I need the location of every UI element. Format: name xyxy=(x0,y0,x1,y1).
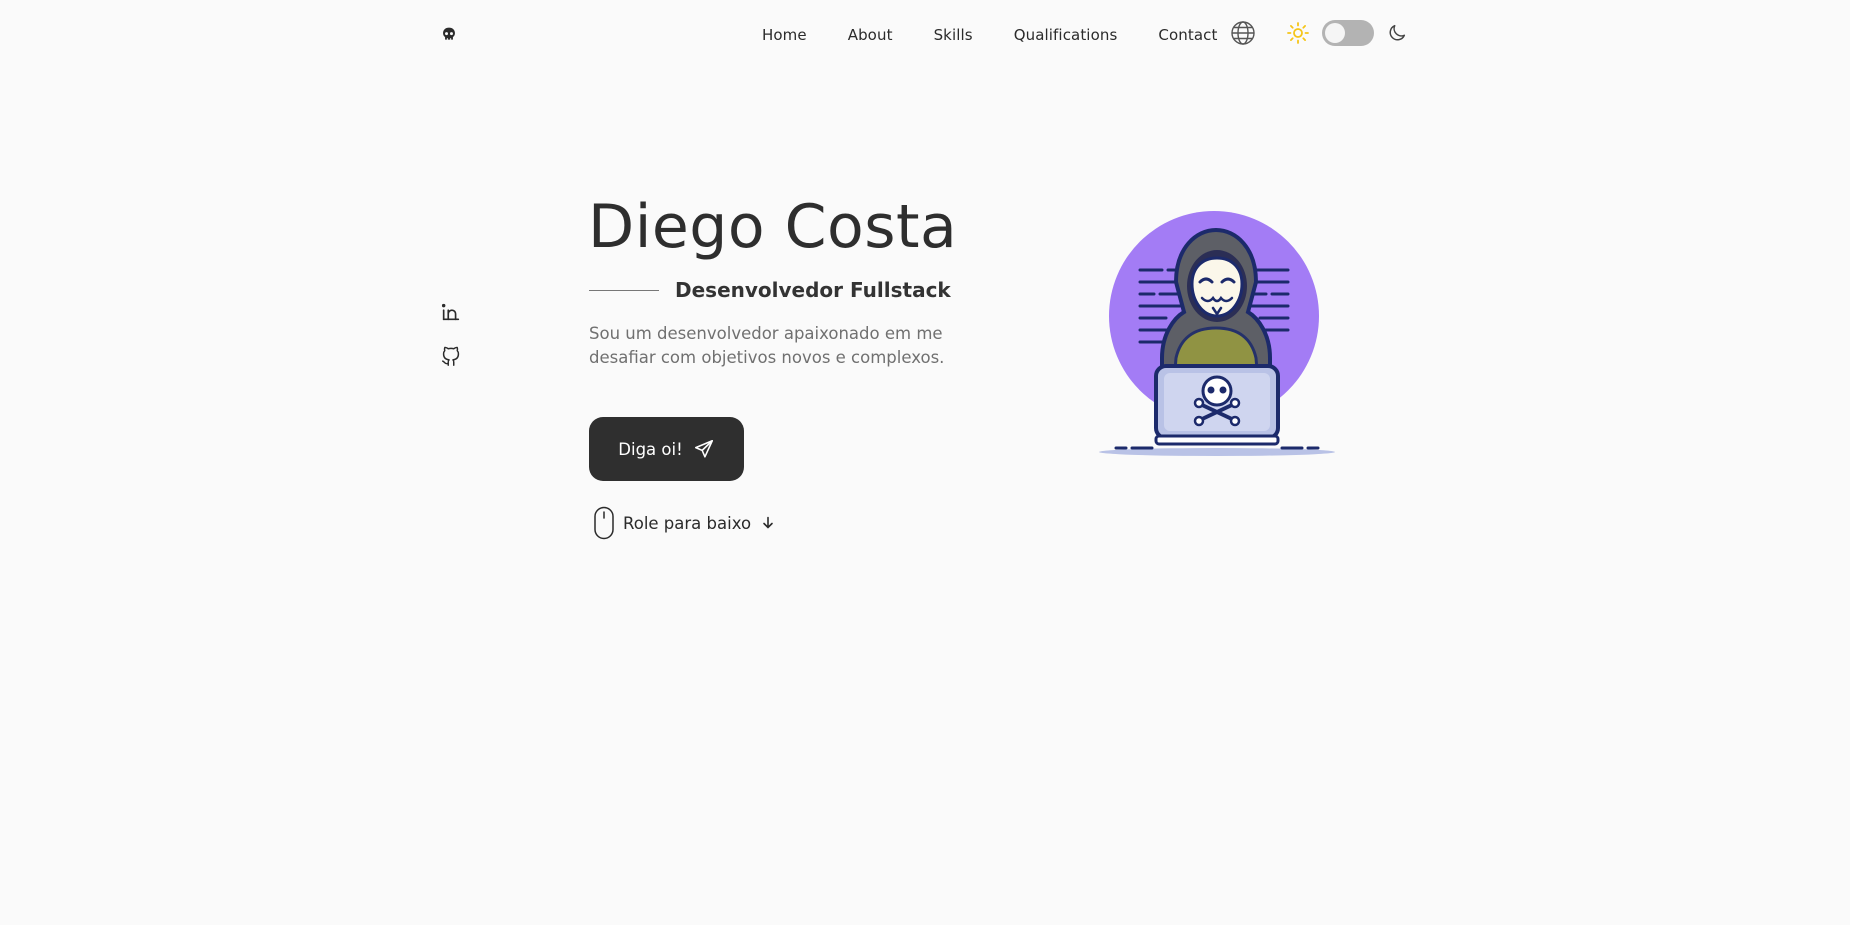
github-icon[interactable] xyxy=(440,346,462,368)
nav-contact[interactable]: Contact xyxy=(1158,26,1217,44)
header: Home About Skills Qualifications Contact xyxy=(0,0,1850,72)
hacker-illustration xyxy=(1096,208,1342,458)
linkedin-icon[interactable] xyxy=(440,301,462,323)
globe-icon[interactable] xyxy=(1230,20,1256,46)
main-nav: Home About Skills Qualifications Contact xyxy=(762,26,1258,44)
mouse-icon xyxy=(594,506,614,540)
toggle-knob xyxy=(1325,23,1345,43)
nav-qualifications[interactable]: Qualifications xyxy=(1014,26,1118,44)
arrow-down-icon xyxy=(763,516,773,529)
hero-subtitle: Desenvolvedor Fullstack xyxy=(675,278,951,302)
skull-logo-icon[interactable] xyxy=(438,24,460,46)
hero-title: Diego Costa xyxy=(588,192,958,262)
scroll-down-link[interactable]: Role para baixo xyxy=(593,506,775,540)
say-hi-label: Diga oi! xyxy=(618,439,683,459)
sun-icon xyxy=(1286,21,1310,45)
nav-home[interactable]: Home xyxy=(762,26,807,44)
subtitle-divider xyxy=(589,290,659,291)
theme-toggle[interactable] xyxy=(1322,20,1374,46)
say-hi-button[interactable]: Diga oi! xyxy=(589,417,744,481)
scroll-down-label: Role para baixo xyxy=(623,513,752,533)
nav-skills[interactable]: Skills xyxy=(934,26,973,44)
moon-icon xyxy=(1386,22,1408,44)
hero-description: Sou um desenvolvedor apaixonado em me de… xyxy=(589,324,945,367)
nav-about[interactable]: About xyxy=(848,26,893,44)
send-icon xyxy=(694,439,713,458)
